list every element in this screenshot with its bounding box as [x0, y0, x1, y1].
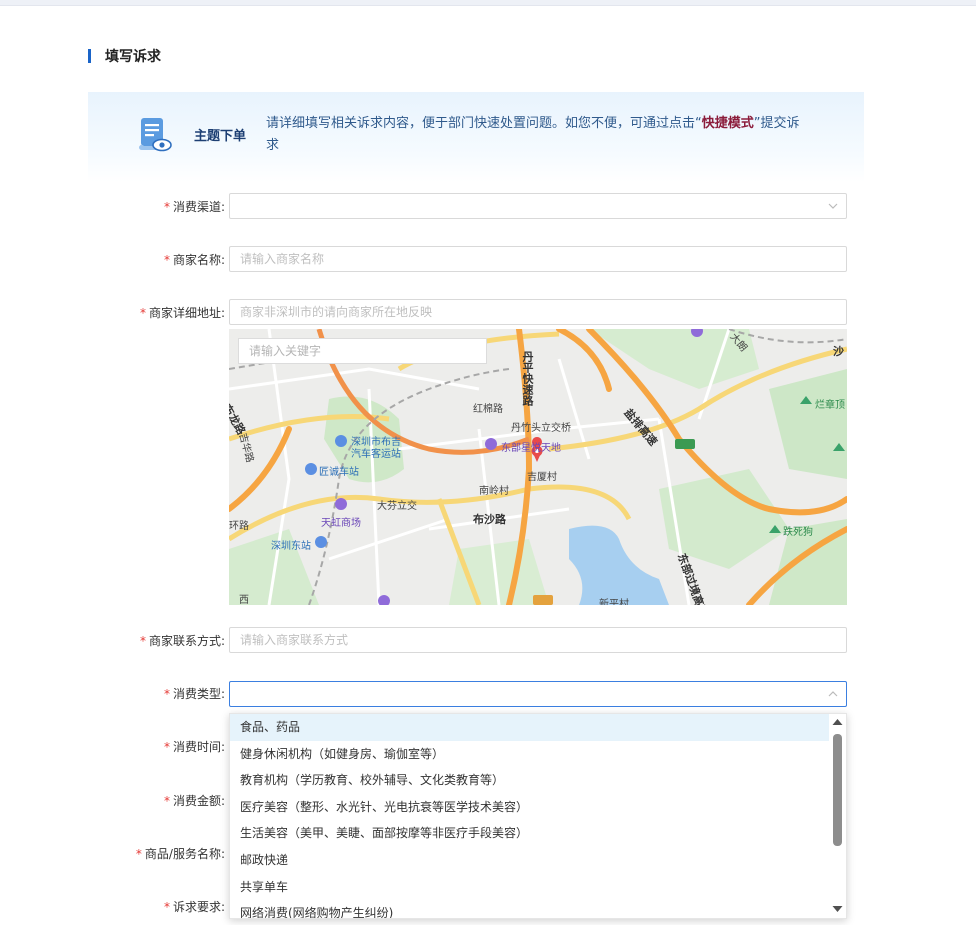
- dropdown-option[interactable]: 共享单车: [230, 874, 846, 901]
- required-mark: *: [163, 900, 170, 914]
- map-label-diaosigou: 跌死狗: [783, 527, 813, 538]
- map-label-tianhong: 天虹商场: [321, 518, 361, 529]
- consume-amount-label-text: 消费金额:: [172, 794, 225, 808]
- map-search-input[interactable]: [238, 338, 487, 364]
- map-label-sha: 沙: [833, 345, 844, 358]
- top-bar: [0, 0, 976, 6]
- consume-time-label-text: 消费时间:: [172, 740, 225, 754]
- dropdown-option[interactable]: 邮政快递: [230, 847, 846, 874]
- consume-time-label: * 消费时间:: [0, 734, 225, 760]
- merchant-name-label: * 商家名称:: [0, 247, 225, 273]
- quick-mode-link[interactable]: 快捷模式: [702, 116, 754, 131]
- required-mark: *: [163, 794, 170, 808]
- document-eye-icon: [139, 118, 172, 152]
- merchant-address-input[interactable]: [229, 299, 847, 325]
- map-label-nanling: 南岭村: [479, 486, 509, 497]
- section-accent-bar: [88, 49, 91, 63]
- required-mark: *: [163, 740, 170, 754]
- required-mark: *: [139, 634, 146, 648]
- chevron-down-icon: [828, 203, 838, 209]
- dropdown-option[interactable]: 教育机构（学历教育、校外辅导、文化类教育等）: [230, 767, 846, 794]
- map-label-west: 西: [239, 595, 249, 605]
- demand-label: * 诉求要求:: [0, 894, 225, 920]
- merchant-name-label-text: 商家名称:: [172, 253, 225, 267]
- dropdown-option[interactable]: 网络消费(网络购物产生纠纷): [230, 900, 846, 918]
- consume-type-label: * 消费类型:: [0, 681, 225, 707]
- channel-label-text: 消费渠道:: [172, 200, 225, 214]
- merchant-contact-input[interactable]: [229, 627, 847, 653]
- map-label-dafen: 大芬立交: [377, 501, 417, 512]
- consume-type-label-text: 消费类型:: [172, 687, 225, 701]
- map-view[interactable]: 丹平快速路 布龙路 吉华路 深圳市布吉 汽车客运站 匠诚车站 天虹商场 深圳东站…: [229, 329, 847, 605]
- map-label-buji-station-2: 汽车客运站: [351, 449, 401, 460]
- merchant-contact-label: * 商家联系方式:: [0, 628, 225, 654]
- map-label-danzhu: 丹竹头立交桥: [511, 423, 571, 434]
- map-label-kuangcheng: 匠诚车站: [319, 467, 359, 478]
- required-mark: *: [135, 847, 142, 861]
- map-label-busha: 布沙路: [473, 513, 506, 526]
- section-title: 填写诉求: [105, 49, 161, 65]
- map-label-hongmian: 红棉路: [473, 404, 503, 415]
- consume-amount-label: * 消费金额:: [0, 788, 225, 814]
- dropdown-options: 食品、药品 健身休闲机构（如健身房、瑜伽室等） 教育机构（学历教育、校外辅导、文化类…: [230, 714, 846, 918]
- info-banner: 主题下单 请详细填写相关诉求内容，便于部门快速处置问题。如您不便，可通过点击“快…: [88, 92, 864, 182]
- product-name-label-text: 商品/服务名称:: [144, 847, 225, 861]
- scrollbar-thumb[interactable]: [833, 734, 842, 846]
- required-mark: *: [163, 200, 170, 214]
- scroll-down-arrow-icon[interactable]: [832, 904, 843, 914]
- chevron-up-icon: [828, 691, 838, 697]
- scroll-up-arrow-icon[interactable]: [832, 717, 843, 727]
- dropdown-option[interactable]: 健身休闲机构（如健身房、瑜伽室等）: [230, 741, 846, 768]
- section-header: 填写诉求: [88, 46, 161, 66]
- map-label-dongbu: 东部星悦天地: [501, 443, 561, 454]
- map-label-ring: 环路: [229, 521, 249, 532]
- merchant-address-label-text: 商家详细地址:: [148, 306, 225, 320]
- consume-type-select[interactable]: [229, 681, 847, 707]
- required-mark: *: [163, 687, 170, 701]
- channel-label: * 消费渠道:: [0, 194, 225, 220]
- consume-type-dropdown[interactable]: 食品、药品 健身休闲机构（如健身房、瑜伽室等） 教育机构（学历教育、校外辅导、文化类…: [229, 713, 847, 919]
- demand-label-text: 诉求要求:: [172, 900, 225, 914]
- map-label-jixia: 吉厦村: [527, 472, 557, 483]
- dropdown-option[interactable]: 生活美容（美甲、美睫、面部按摩等非医疗手段美容）: [230, 820, 846, 847]
- dropdown-option[interactable]: 食品、药品: [230, 714, 846, 741]
- required-mark: *: [139, 306, 146, 320]
- dropdown-option[interactable]: 医疗美容（整形、水光针、光电抗衰等医学技术美容）: [230, 794, 846, 821]
- dropdown-scrollbar[interactable]: [829, 714, 846, 918]
- merchant-address-label: * 商家详细地址:: [0, 300, 225, 326]
- channel-select[interactable]: [229, 193, 847, 219]
- map-label-danping: 丹平快速路: [521, 351, 534, 406]
- map-label-lanzhang: 烂章顶: [815, 400, 845, 411]
- merchant-name-input[interactable]: [229, 246, 847, 272]
- banner-description: 请详细填写相关诉求内容，便于部门快速处置问题。如您不便，可通过点击“快捷模式”提…: [266, 113, 806, 157]
- required-mark: *: [163, 253, 170, 267]
- product-name-label: * 商品/服务名称:: [0, 841, 225, 867]
- map-label-xinping: 新平村: [599, 599, 629, 605]
- merchant-contact-label-text: 商家联系方式:: [148, 634, 225, 648]
- banner-desc-text: 请详细填写相关诉求内容，便于部门快速处置问题。如您不便，可通过点击“: [266, 116, 702, 131]
- banner-mode-title: 主题下单: [194, 129, 247, 144]
- map-label-shenzhen-east: 深圳东站: [271, 541, 311, 552]
